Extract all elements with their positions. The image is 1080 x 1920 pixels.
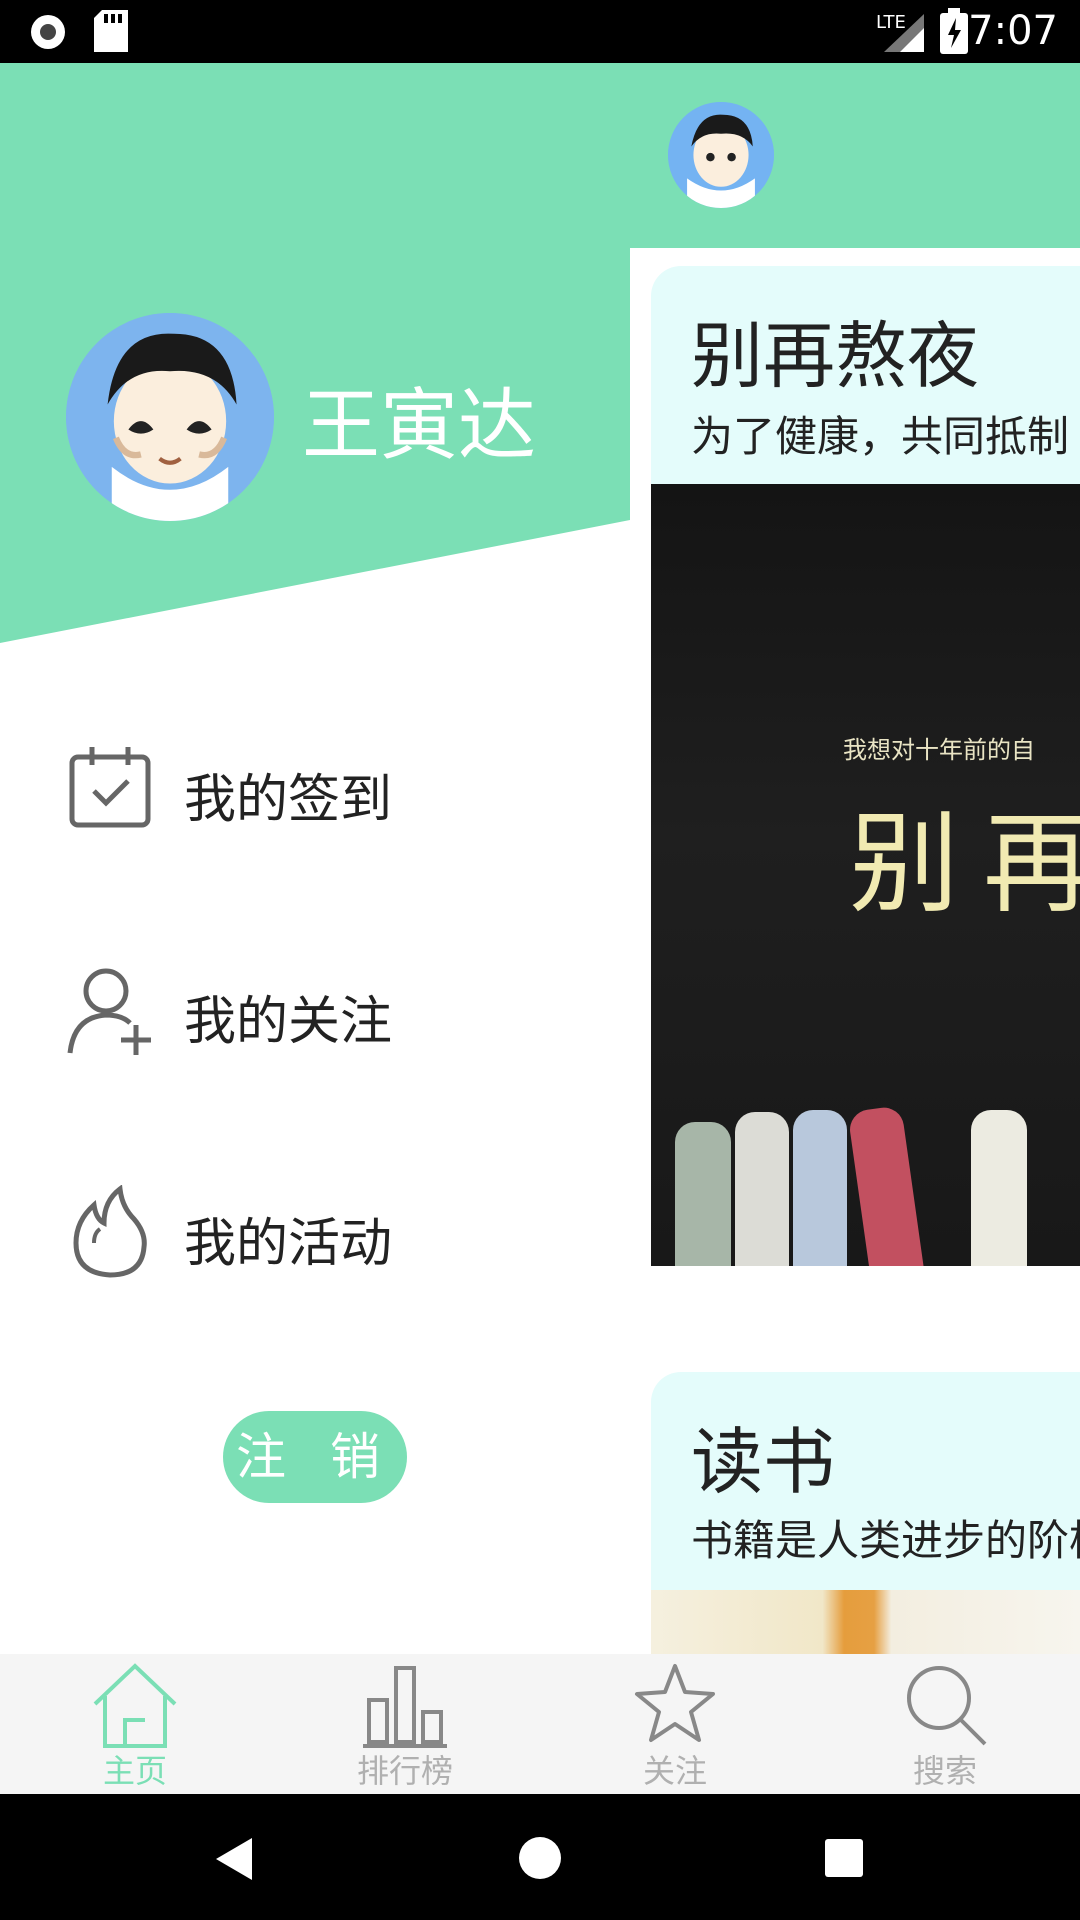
calendar-check-icon [69,747,151,828]
avatar[interactable] [66,313,274,521]
search-icon [907,1666,987,1746]
image-caption: 我想对十年前的自 [843,736,1035,764]
recents-icon[interactable] [824,1838,864,1878]
avatar-face-icon [668,102,774,208]
navigation-drawer: 王寅达 我的签到 我的关注 我的活动 注 销 [0,63,630,1654]
home-icon [93,1663,177,1748]
image-headline: 别再 [849,800,1080,928]
system-navigation-bar [0,1794,1080,1920]
signal-icon [884,14,924,52]
star-icon [635,1664,715,1742]
circle-record-icon [31,15,65,49]
username: 王寅达 [302,381,537,471]
logout-button[interactable]: 注 销 [223,1411,407,1503]
card-subtitle: 为了健康，共同抵制 [691,412,1070,461]
flame-icon [73,1185,147,1278]
menu-item-label: 我的签到 [184,770,393,830]
chalk-stick [675,1122,731,1266]
menu-item-follow[interactable]: 我的关注 [0,933,630,1083]
card-subtitle: 书籍是人类进步的阶梯 [691,1516,1080,1565]
menu-item-label: 我的关注 [184,992,393,1052]
menu-item-checkin[interactable]: 我的签到 [0,711,630,861]
tab-label: 排行榜 [356,1752,453,1790]
main-avatar[interactable] [668,102,774,208]
menu-item-activity[interactable]: 我的活动 [0,1155,630,1305]
tab-label: 关注 [642,1752,707,1790]
avatar-face-icon [66,313,274,521]
bar-chart-icon [363,1666,447,1748]
home-circle-icon[interactable] [518,1836,562,1880]
tab-label: 搜索 [912,1752,977,1790]
sd-card-icon [94,10,128,52]
tab-follow[interactable]: 关注 [575,1654,775,1794]
card-title: 别再熬夜 [691,314,980,398]
card-title: 读书 [691,1420,836,1504]
back-icon[interactable] [212,1836,256,1882]
bottom-navigation: 主页 排行榜 关注 搜索 [0,1654,1080,1794]
add-user-icon [67,968,151,1055]
tab-search[interactable]: 搜索 [845,1654,1045,1794]
tab-home[interactable]: 主页 [35,1654,235,1794]
chalk-stick [735,1112,789,1266]
card-image[interactable] [651,1590,1080,1654]
status-clock: 7:07 [968,8,1058,54]
chalk-stick [793,1110,847,1266]
menu-item-label: 我的活动 [184,1214,393,1274]
status-bar: LTE 7:07 [0,0,1080,63]
chalk-stick [971,1110,1027,1266]
tab-label: 主页 [102,1752,167,1790]
tab-ranking[interactable]: 排行榜 [305,1654,505,1794]
chalk-stick [847,1105,925,1266]
battery-charging-icon [940,8,968,54]
card-image[interactable]: 我想对十年前的自 别再 [651,484,1080,1266]
